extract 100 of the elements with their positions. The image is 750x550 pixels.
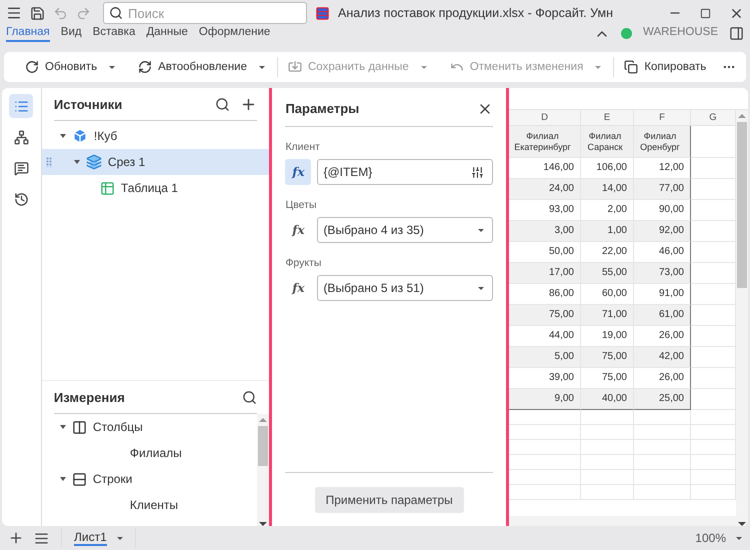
grid-cell [691, 221, 736, 242]
zoom-level[interactable]: 100% [695, 531, 726, 545]
panel-icon[interactable] [729, 26, 744, 41]
dimension-item[interactable]: Столбцы [42, 414, 258, 440]
grid-cell [691, 326, 736, 347]
table-cell: 17,00 [509, 263, 581, 284]
sheet-tab[interactable]: Лист1 [74, 530, 107, 546]
ribbon-tab[interactable]: Главная [6, 26, 50, 42]
grid-cell [691, 347, 736, 368]
dropdown[interactable]: (Выбрано 5 из 51) [317, 275, 493, 301]
menu-icon[interactable] [6, 5, 22, 21]
grid-cell [581, 410, 634, 425]
spreadsheet-icon [315, 6, 330, 20]
grid-cell [691, 305, 736, 326]
scrollbar[interactable] [736, 110, 748, 526]
rows-icon [72, 472, 87, 486]
grid-cell [634, 410, 691, 425]
expand-caret-icon[interactable] [60, 425, 66, 429]
table-cell: 93,00 [509, 200, 581, 221]
table-cell: 42,00 [634, 347, 691, 368]
columns-icon [72, 420, 87, 434]
table-cell: 86,00 [509, 284, 581, 305]
grid-cell [691, 440, 736, 455]
grid-cell [691, 368, 736, 389]
tree-item[interactable]: Срез 1 [42, 149, 270, 175]
table-cell: 1,00 [581, 221, 634, 242]
cube-icon [72, 128, 88, 144]
sliders-icon[interactable] [471, 166, 484, 178]
dimension-item[interactable]: Клиенты [42, 492, 258, 518]
expand-caret-icon[interactable] [60, 477, 66, 481]
search-icon[interactable] [242, 390, 258, 404]
table-header-cell: Филиал Екатеринбург [509, 126, 581, 158]
toolbar-button[interactable]: Копировать [613, 57, 714, 77]
dimension-item[interactable]: Филиалы [42, 440, 258, 466]
table-cell: 73,00 [634, 263, 691, 284]
search-icon[interactable] [215, 96, 230, 112]
save-icon[interactable] [30, 6, 45, 20]
scrollbar[interactable] [509, 516, 736, 526]
window-title: Анализ поставок продукции.xlsx - Форсайт. Умн [338, 6, 614, 20]
expand-caret-icon[interactable] [74, 160, 80, 164]
grid-cell [691, 470, 736, 485]
maximize-icon[interactable] [700, 8, 711, 18]
tree-item[interactable]: Таблица 1 [42, 175, 270, 201]
layers-icon [86, 154, 102, 170]
dimension-item[interactable]: Строки [42, 466, 258, 492]
field-label: Клиент [285, 141, 321, 153]
input-field[interactable]: {@ITEM} [317, 159, 493, 185]
grid-cell [691, 410, 736, 425]
formula-button[interactable]: fx [285, 275, 312, 301]
column-header[interactable]: F [634, 110, 691, 126]
table-cell: 75,00 [581, 347, 634, 368]
panel-title: Параметры [285, 101, 360, 116]
search-field[interactable]: Поиск [103, 2, 307, 24]
grid-cell [691, 126, 736, 158]
ribbon-tab[interactable]: Вставка [92, 26, 136, 42]
grid-cell [691, 455, 736, 470]
ribbon-tab[interactable]: Оформление [198, 26, 270, 42]
table-cell: 19,00 [581, 326, 634, 347]
column-header[interactable]: E [581, 110, 634, 126]
dropdown-caret-icon[interactable] [116, 536, 123, 540]
toolbar-button[interactable]: Автообновление [127, 57, 273, 77]
tree-item[interactable]: !Куб [42, 123, 270, 149]
grid-cell [581, 425, 634, 440]
table-cell: 9,00 [509, 389, 581, 410]
grid-cell [691, 425, 736, 440]
table-cell: 146,00 [509, 158, 581, 179]
grid-cell [581, 470, 634, 485]
table-cell: 3,00 [509, 221, 581, 242]
column-header[interactable]: G [691, 110, 736, 126]
panel-title: Источники [54, 96, 124, 112]
connection-label: WAREHOUSE [643, 26, 718, 38]
toolbar-button[interactable]: Обновить [14, 57, 124, 77]
formula-button[interactable]: fx [285, 217, 312, 243]
grid-cell [691, 284, 736, 305]
table-cell: 25,00 [634, 389, 691, 410]
dropdown-caret-icon[interactable] [736, 536, 742, 540]
grid-cell [634, 425, 691, 440]
sheet-list-icon[interactable] [34, 530, 49, 546]
scrollbar[interactable] [257, 414, 270, 526]
list-icon[interactable] [9, 94, 34, 118]
copy-icon [624, 60, 638, 74]
table-header-cell: Филиал Саранск [581, 126, 634, 158]
table-cell: 60,00 [581, 284, 634, 305]
grid-cell [581, 440, 634, 455]
table-cell: 12,00 [634, 158, 691, 179]
field-label: Фрукты [285, 257, 322, 269]
table-cell: 55,00 [581, 263, 634, 284]
apply-button[interactable]: Применить параметры [314, 486, 464, 512]
drag-handle-icon[interactable] [46, 157, 52, 167]
table-cell: 26,00 [634, 368, 691, 389]
formula-button[interactable]: fx [285, 159, 312, 185]
ribbon-tab[interactable]: Вид [60, 26, 82, 42]
table-cell: 46,00 [634, 242, 691, 263]
column-header[interactable]: D [509, 110, 581, 126]
expand-caret-icon[interactable] [60, 134, 66, 138]
add-sheet-icon[interactable] [8, 530, 24, 546]
grid-cell [691, 389, 736, 410]
table-header-cell: Филиал Оренбург [634, 126, 691, 158]
ribbon-tab[interactable]: Данные [146, 26, 188, 42]
dropdown[interactable]: (Выбрано 4 из 35) [317, 217, 493, 243]
